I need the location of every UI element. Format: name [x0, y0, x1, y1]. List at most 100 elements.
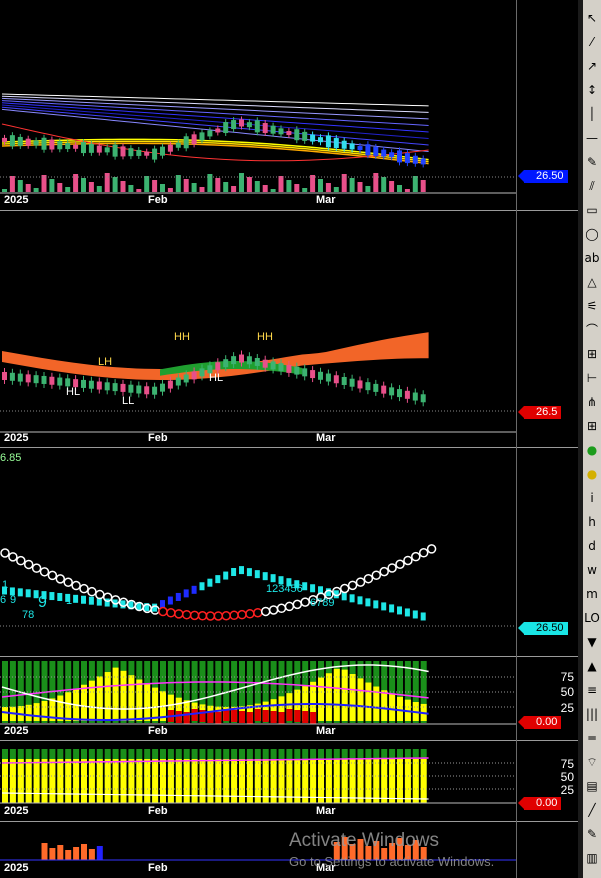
stoch-bar: [349, 759, 356, 803]
candle-body: [207, 130, 213, 137]
line-icon[interactable]: ⁄: [583, 32, 601, 52]
candle-body: [17, 136, 23, 146]
rectangle-icon[interactable]: ▭: [583, 200, 601, 220]
swing-circle: [39, 567, 50, 577]
stoch-bar: [112, 759, 119, 803]
candle-body: [239, 119, 244, 127]
hw-icon[interactable]: h: [583, 512, 601, 532]
lo-icon[interactable]: LO: [583, 608, 601, 628]
candle-body: [223, 122, 229, 134]
pitchfork-icon[interactable]: ⋔: [583, 392, 601, 412]
d-icon[interactable]: d: [583, 536, 601, 556]
stoch-bar: [41, 759, 48, 803]
triangle-icon[interactable]: △: [583, 272, 601, 292]
candle-body: [302, 368, 308, 377]
ray-icon[interactable]: ↗: [583, 56, 601, 76]
candle-body: [73, 144, 79, 149]
stoch-bar: [175, 711, 182, 723]
hist-bar: [41, 843, 48, 860]
candle-body: [254, 357, 260, 366]
stoch-bar: [9, 759, 16, 803]
candle-body: [333, 375, 339, 384]
stoch-bar: [302, 759, 309, 803]
fib-icon[interactable]: ⚟: [583, 296, 601, 316]
candle-body: [349, 143, 355, 150]
volume-bar: [144, 176, 150, 192]
candle-body: [381, 149, 387, 157]
candle-body: [270, 574, 276, 583]
volume-bar: [215, 178, 221, 192]
cycle-icon[interactable]: ⊢: [583, 368, 601, 388]
bars-icon[interactable]: |||: [583, 704, 601, 724]
activate-windows-watermark: Activate Windows Go to Settings to activ…: [289, 830, 494, 869]
vertical-line-icon[interactable]: │: [583, 104, 601, 124]
yellow-circle-icon[interactable]: ●: [583, 464, 601, 484]
dots-chart-panel[interactable]: 6.85 1 9 6 78 9 1 123456 6789: [0, 448, 516, 656]
volume-bar: [199, 187, 205, 192]
candle-body: [9, 372, 15, 381]
hist-icon[interactable]: ▥: [583, 848, 601, 868]
volume-bar: [175, 175, 181, 192]
arrow-icon[interactable]: ↕: [583, 80, 601, 100]
triangle-up-icon[interactable]: ▲: [583, 656, 601, 676]
cursor-icon[interactable]: ↖: [583, 8, 601, 28]
stoch-bar: [294, 759, 301, 803]
date-label-feb: Feb: [148, 862, 168, 874]
swing-circle: [355, 577, 366, 587]
hist-bar: [73, 847, 80, 860]
fan-icon[interactable]: ⌔: [583, 752, 601, 772]
price-chart-panel[interactable]: 2025 Feb Mar: [0, 0, 516, 210]
candle-body: [81, 142, 86, 154]
level-label-75: 75: [560, 757, 574, 771]
italic-icon[interactable]: i: [583, 488, 601, 508]
date-label-2025: 2025: [4, 805, 29, 817]
stoch-bar: [262, 710, 269, 722]
volume-bar: [365, 186, 371, 192]
stoch-bar: [57, 759, 64, 803]
stoch-bar: [96, 676, 103, 721]
triangle-down-icon[interactable]: ▼: [583, 632, 601, 652]
hbars-icon[interactable]: ═: [583, 728, 601, 748]
list-icon[interactable]: ≡: [583, 680, 601, 700]
candle-body: [318, 137, 323, 143]
stoch-bar: [215, 712, 222, 724]
swing-circle: [205, 611, 216, 621]
ellipse-icon[interactable]: ◯: [583, 224, 601, 244]
candle-body: [17, 588, 23, 597]
grid-icon[interactable]: ⊞: [583, 416, 601, 436]
candle-body: [262, 359, 268, 368]
stoch2-chart-panel[interactable]: 2025 Feb Mar: [0, 741, 516, 821]
candle-body: [41, 375, 47, 384]
ww-icon[interactable]: w: [583, 560, 601, 580]
mm-icon[interactable]: m: [583, 584, 601, 604]
pen-icon[interactable]: ✎: [583, 152, 601, 172]
swing-circle: [363, 573, 374, 584]
candle-body: [25, 374, 31, 383]
text-icon[interactable]: ab: [583, 248, 601, 268]
arc-icon[interactable]: ⌒: [583, 320, 601, 340]
table-icon[interactable]: ▤: [583, 776, 601, 796]
hline-icon[interactable]: —: [583, 128, 601, 148]
candle-body: [325, 588, 331, 597]
candle-body: [152, 148, 158, 160]
volume-bar: [286, 180, 292, 192]
swing-circle: [276, 603, 287, 614]
volume-bar: [81, 178, 86, 192]
stoch-bar: [144, 683, 151, 721]
candle-body: [404, 153, 410, 164]
channel-icon[interactable]: ⫽: [583, 176, 601, 196]
wave-chart-panel[interactable]: HH HH LH HL HL LL 2025 Feb Mar: [0, 211, 516, 447]
stoch1-chart-panel[interactable]: 2025 Feb Mar: [0, 657, 516, 740]
stoch-bar: [152, 687, 159, 721]
candle-body: [318, 371, 323, 380]
gann-icon[interactable]: ⊞: [583, 344, 601, 364]
annotation-hl-2: HL: [209, 372, 224, 384]
line2-icon[interactable]: ╱: [583, 800, 601, 820]
candle-body: [49, 376, 55, 385]
date-label-feb: Feb: [148, 194, 168, 206]
swing-circle: [268, 605, 279, 615]
edit-icon[interactable]: ✎: [583, 824, 601, 844]
green-circle-icon[interactable]: ●: [583, 440, 601, 460]
candle-body: [96, 381, 102, 390]
candle-body: [286, 131, 292, 136]
